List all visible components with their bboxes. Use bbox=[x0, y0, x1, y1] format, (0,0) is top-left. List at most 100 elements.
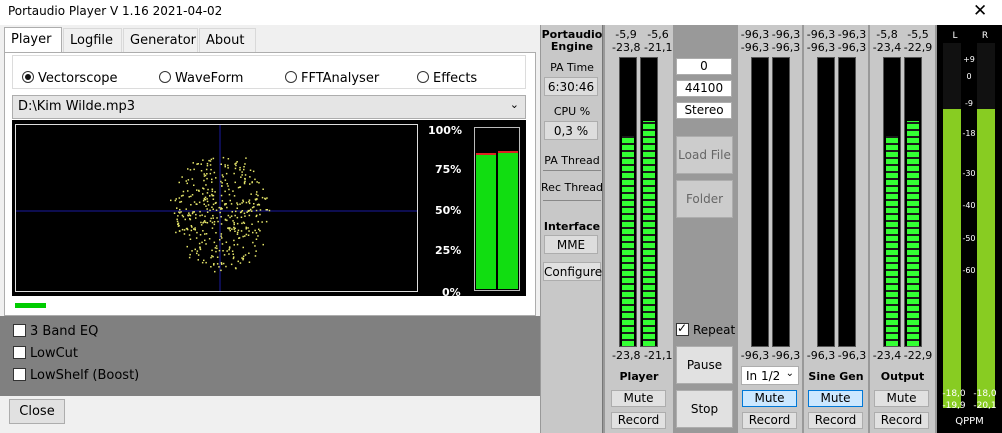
rms-value: -96,3 bbox=[740, 41, 770, 54]
repeat-checkbox[interactable]: Repeat bbox=[676, 321, 736, 337]
peak-value: -96,3 bbox=[837, 28, 867, 41]
level-bar-right bbox=[498, 151, 518, 289]
sine-meter-left bbox=[817, 57, 835, 347]
checkbox-lowcut[interactable]: LowCut bbox=[13, 346, 78, 361]
qppm-tick: +9 bbox=[963, 55, 975, 64]
close-button[interactable]: Close bbox=[9, 399, 65, 424]
output-meter-left bbox=[883, 57, 901, 347]
sine-mute-button[interactable]: Mute bbox=[808, 390, 863, 407]
tab-generator[interactable]: Generator bbox=[123, 28, 198, 52]
rms-value: -96,3 bbox=[837, 41, 867, 54]
qppm-value: -19,9 bbox=[942, 401, 966, 411]
pause-button[interactable]: Pause bbox=[676, 346, 733, 384]
chevron-down-icon: ⌄ bbox=[785, 368, 794, 379]
samplerate-field[interactable]: 44100 bbox=[676, 80, 732, 97]
qppm-tick: -9 bbox=[965, 99, 973, 108]
tab-logfile[interactable]: Logfile bbox=[63, 28, 122, 52]
input-select[interactable]: In 1/2 ⌄ bbox=[741, 366, 799, 385]
radio-icon bbox=[285, 71, 297, 83]
meter-bottom-value: -21,1 bbox=[644, 349, 673, 362]
qppm-right-label: R bbox=[981, 31, 989, 41]
meter-bottom-value: -23,4 bbox=[872, 349, 902, 362]
checkbox-icon bbox=[13, 324, 26, 337]
input-mute-button[interactable]: Mute bbox=[742, 390, 797, 407]
input-meter-left bbox=[751, 57, 769, 347]
qppm-value: -18,0 bbox=[942, 389, 966, 399]
rms-value: -96,3 bbox=[806, 41, 836, 54]
qppm-tick: -60 bbox=[962, 266, 976, 275]
checkbox-icon bbox=[13, 346, 26, 359]
vectorscope-display bbox=[15, 124, 418, 292]
divider bbox=[543, 170, 601, 171]
peak-value: -96,3 bbox=[806, 28, 836, 41]
checkbox-lowshelf[interactable]: LowShelf (Boost) bbox=[13, 368, 139, 383]
title-bar: Portaudio Player V 1.16 2021-04-02 ✕ bbox=[0, 0, 1002, 25]
meter-bottom-value: -22,9 bbox=[903, 349, 933, 362]
radio-icon bbox=[417, 71, 429, 83]
vectorscope-svg bbox=[16, 125, 417, 291]
player-mute-button[interactable]: Mute bbox=[611, 390, 666, 407]
sine-strip-label: Sine Gen bbox=[808, 370, 864, 383]
level-bar-left bbox=[476, 153, 496, 289]
rms-value: -22,9 bbox=[903, 41, 933, 54]
qppm-fill bbox=[977, 109, 995, 408]
qppm-value: -20,1 bbox=[973, 401, 997, 411]
checkbox-3-band-eq[interactable]: 3 Band EQ bbox=[13, 324, 98, 339]
player-meter-right bbox=[640, 57, 658, 347]
load-file-button[interactable]: Load File bbox=[676, 136, 733, 174]
engine-title: Portaudio Engine bbox=[541, 28, 603, 53]
close-window-icon[interactable]: ✕ bbox=[973, 1, 987, 21]
meter-bottom-value: -96,3 bbox=[740, 349, 770, 362]
radio-effects[interactable]: Effects bbox=[417, 71, 477, 86]
qppm-tick: -18 bbox=[962, 129, 976, 138]
tab-about[interactable]: About bbox=[199, 28, 256, 52]
position-field[interactable]: 0 bbox=[676, 58, 732, 75]
meter-bottom-value: -96,3 bbox=[837, 349, 867, 362]
sine-record-button[interactable]: Record bbox=[808, 412, 863, 429]
radio-label: WaveForm bbox=[175, 71, 244, 86]
radio-fftanalyser[interactable]: FFTAnalyser bbox=[285, 71, 379, 86]
stop-button[interactable]: Stop bbox=[676, 390, 733, 428]
tab-player[interactable]: Player bbox=[4, 27, 62, 53]
cpu-value: 0,3 % bbox=[544, 121, 598, 140]
qppm-tick: -50 bbox=[962, 234, 976, 243]
radio-label: Vectorscope bbox=[38, 71, 118, 86]
channels-field[interactable]: Stereo bbox=[676, 102, 732, 119]
folder-button[interactable]: Folder bbox=[676, 180, 733, 218]
output-record-button[interactable]: Record bbox=[874, 412, 929, 429]
qppm-bar-right bbox=[977, 43, 995, 408]
qppm-value: -18,0 bbox=[973, 389, 997, 399]
meter-fill bbox=[622, 136, 634, 346]
rms-value: -96,3 bbox=[771, 41, 801, 54]
output-mute-button[interactable]: Mute bbox=[874, 390, 929, 407]
qppm-meter: L R +9 0 -9 -18 -30 -40 -50 -60 -18,0 -1… bbox=[937, 25, 1002, 433]
input-record-button[interactable]: Record bbox=[742, 412, 797, 429]
peak-value: -5,5 bbox=[907, 28, 929, 41]
chevron-down-icon: ⌄ bbox=[509, 98, 519, 111]
player-strip-label: Player bbox=[619, 370, 659, 383]
qppm-tick: -40 bbox=[962, 201, 976, 210]
window-title: Portaudio Player V 1.16 2021-04-02 bbox=[8, 4, 223, 18]
radio-waveform[interactable]: WaveForm bbox=[159, 71, 243, 86]
cpu-label: CPU % bbox=[553, 105, 591, 118]
player-meter-left bbox=[619, 57, 637, 347]
qppm-left-label: L bbox=[952, 31, 958, 41]
checkbox-label: Repeat bbox=[693, 323, 736, 337]
radio-label: Effects bbox=[433, 71, 478, 86]
qppm-bar-left bbox=[943, 43, 961, 408]
rms-value: -23,4 bbox=[872, 41, 902, 54]
radio-vectorscope[interactable]: Vectorscope bbox=[22, 71, 118, 86]
qppm-tick: -30 bbox=[962, 169, 976, 178]
player-record-button[interactable]: Record bbox=[611, 412, 666, 429]
level-meter bbox=[474, 127, 520, 291]
output-strip-label: Output bbox=[880, 370, 925, 383]
configure-button[interactable]: Configure bbox=[543, 262, 602, 281]
input-select-value: In 1/2 bbox=[746, 369, 781, 383]
qppm-label: QPPM bbox=[955, 416, 984, 427]
peak-value: -96,3 bbox=[740, 28, 770, 41]
interface-label: Interface bbox=[543, 220, 601, 233]
playback-progress-fill bbox=[15, 303, 46, 308]
file-dropdown[interactable]: D:\Kim Wilde.mp3 ⌄ bbox=[12, 95, 526, 119]
playback-progress-track[interactable] bbox=[15, 303, 525, 308]
rms-value: -21,1 bbox=[644, 41, 673, 54]
